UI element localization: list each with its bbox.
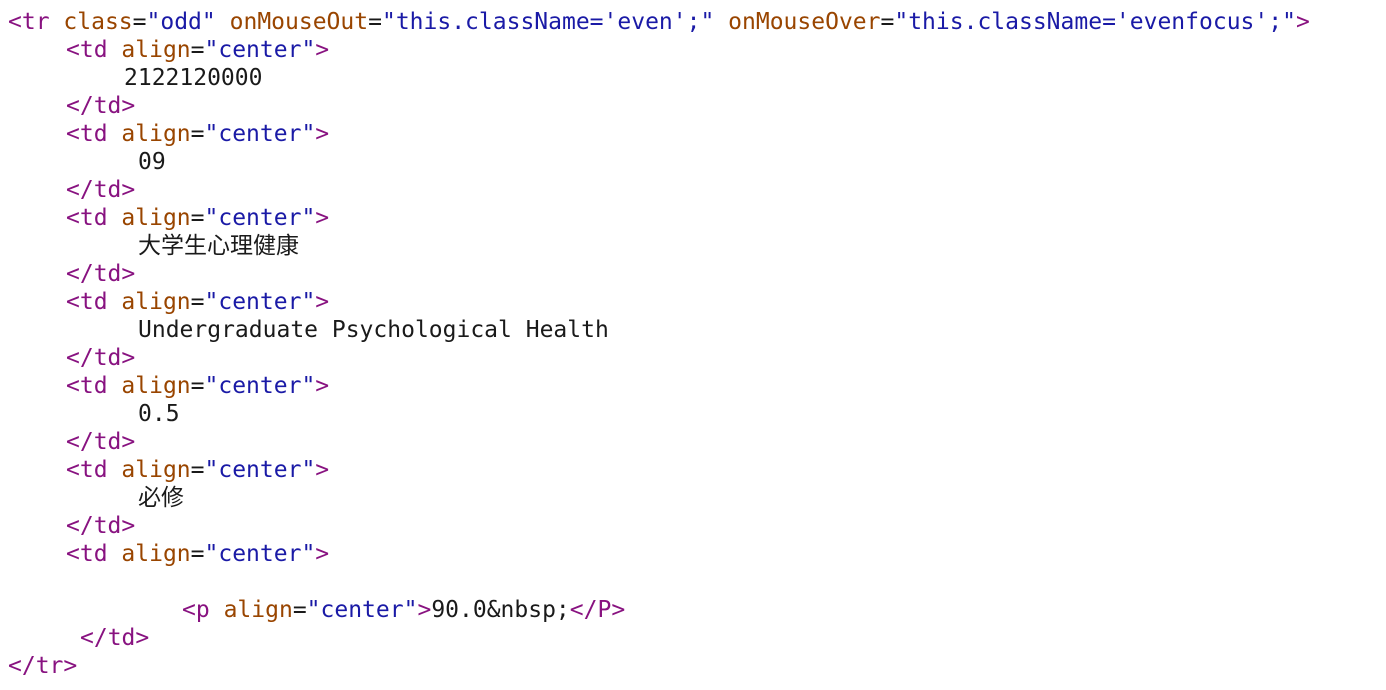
- align-value: "center": [204, 121, 316, 147]
- cell-text-section: 09: [138, 149, 166, 175]
- td-open-line: <td align="center">: [66, 541, 330, 567]
- td-close-tag: </td>: [66, 261, 136, 287]
- class-value: "odd": [146, 9, 216, 35]
- td-open-line: <td align="center">: [66, 457, 330, 483]
- td-open-line: <td align="center">: [66, 373, 330, 399]
- td-open-tag: <td: [66, 541, 108, 567]
- cell-text-credits: 0.5: [138, 401, 180, 427]
- class-attr: class: [63, 9, 133, 35]
- td-open-gt: >: [315, 457, 330, 483]
- p-align-attr: align: [223, 597, 293, 623]
- p-open-gt: >: [417, 597, 432, 623]
- cell-text-course-name-cn: 大学生心理健康: [138, 233, 299, 259]
- td-close-tag: </td>: [80, 625, 150, 651]
- align-value: "center": [204, 205, 316, 231]
- onmouseover-value: "this.className='evenfocus';": [894, 9, 1296, 35]
- page-source-view: <tr class="odd" onMouseOut="this.classNa…: [0, 0, 1386, 690]
- td-open-gt: >: [315, 37, 330, 63]
- td-open-gt: >: [315, 121, 330, 147]
- td-open-gt: >: [315, 289, 330, 315]
- align-attr: align: [121, 37, 191, 63]
- p-close-tag: </P>: [569, 597, 626, 623]
- td-close-tag: </td>: [66, 513, 136, 539]
- cell-text-course-type: 必修: [138, 485, 184, 511]
- td-open-tag: <td: [66, 373, 108, 399]
- cell-text-score: 90.0&nbsp;: [431, 597, 570, 623]
- align-value: "center": [204, 373, 316, 399]
- onmouseover-attr: onMouseOver: [728, 9, 881, 35]
- td-open-tag: <td: [66, 289, 108, 315]
- td-open-gt: >: [315, 373, 330, 399]
- onmouseout-value: "this.className='even';": [381, 9, 715, 35]
- tr-open-tag: <tr: [8, 9, 50, 35]
- align-attr: align: [121, 457, 191, 483]
- cell-text-course-code: 2122120000: [124, 65, 263, 91]
- td-open-line: <td align="center">: [66, 121, 330, 147]
- td-open-line: <td align="center">: [66, 289, 330, 315]
- td-open-tag: <td: [66, 205, 108, 231]
- td-close-tag: </td>: [66, 93, 136, 119]
- td-open-line: <td align="center">: [66, 205, 330, 231]
- td-close-tag: </td>: [66, 345, 136, 371]
- align-attr: align: [121, 205, 191, 231]
- tr-open-line: <tr class="odd" onMouseOut="this.classNa…: [8, 9, 1310, 35]
- tr-close-tag: </tr>: [8, 653, 78, 679]
- align-value: "center": [204, 457, 316, 483]
- td-open-line: <td align="center">: [66, 37, 330, 63]
- p-align-value: "center": [306, 597, 418, 623]
- td-close-tag: </td>: [66, 177, 136, 203]
- p-score-line: <p align="center">90.0&nbsp;</P>: [182, 597, 626, 623]
- onmouseout-attr: onMouseOut: [229, 9, 369, 35]
- tr-open-gt: >: [1295, 9, 1310, 35]
- align-attr: align: [121, 289, 191, 315]
- align-value: "center": [204, 37, 316, 63]
- td-open-tag: <td: [66, 121, 108, 147]
- td-open-tag: <td: [66, 37, 108, 63]
- align-attr: align: [121, 373, 191, 399]
- td-close-tag: </td>: [66, 429, 136, 455]
- td-open-gt: >: [315, 541, 330, 567]
- align-value: "center": [204, 289, 316, 315]
- align-value: "center": [204, 541, 316, 567]
- cell-text-course-name-en: Undergraduate Psychological Health: [138, 317, 609, 343]
- align-attr: align: [121, 541, 191, 567]
- p-open-tag: <p: [182, 597, 210, 623]
- align-attr: align: [121, 121, 191, 147]
- td-open-tag: <td: [66, 457, 108, 483]
- td-open-gt: >: [315, 205, 330, 231]
